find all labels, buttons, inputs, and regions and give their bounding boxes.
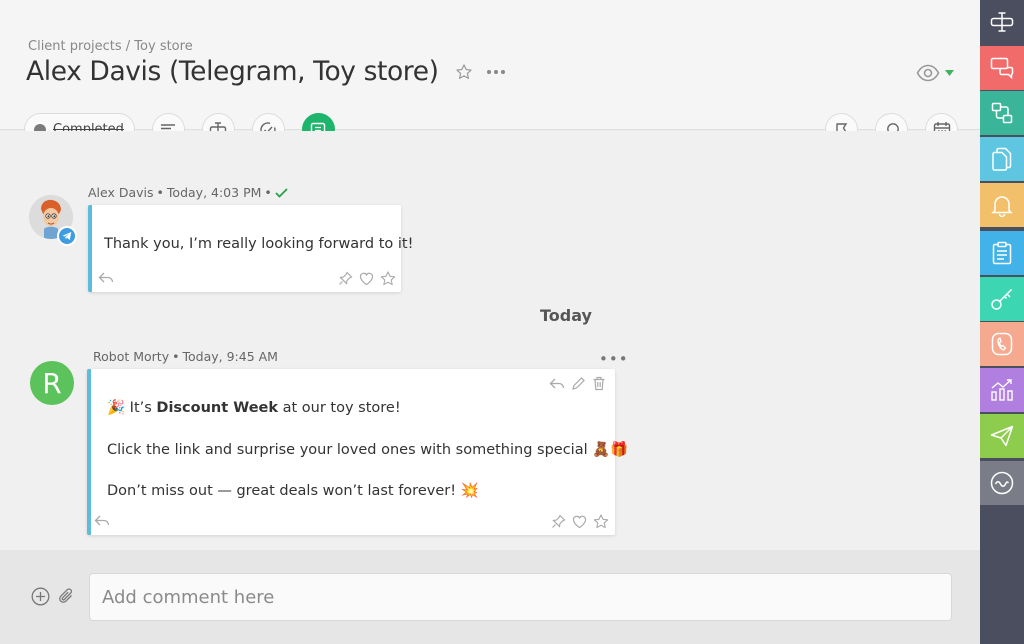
more-options-icon[interactable] <box>485 61 507 83</box>
chevron-down-icon <box>945 70 954 76</box>
message-bubble: 🎉 It’s Discount Week at our toy store! C… <box>87 369 628 535</box>
page-title: Alex Davis (Telegram, Toy store) <box>26 56 439 87</box>
sidebar-item-integrations[interactable] <box>980 461 1024 505</box>
party-emoji: 🎉 <box>107 400 126 416</box>
sidebar-item-chats[interactable] <box>980 46 1024 90</box>
sidebar-item-fields[interactable] <box>980 0 1024 44</box>
message-line: 🎉 It’s Discount Week at our toy store! <box>107 400 401 417</box>
meta-separator: • <box>172 349 180 364</box>
message-bold-text: Discount Week <box>156 400 279 416</box>
sidebar-item-processes[interactable] <box>980 91 1024 135</box>
sidebar-item-mailing[interactable] <box>980 414 1024 458</box>
paper-plane-icon <box>990 425 1014 447</box>
right-sidebar <box>980 0 1024 644</box>
add-circle-icon[interactable] <box>31 587 50 606</box>
message-text-suffix: at our toy store! <box>278 400 401 416</box>
message-text: Thank you, I’m really looking forward to… <box>104 236 414 252</box>
heart-icon[interactable] <box>359 272 374 286</box>
day-separator: Today <box>540 306 592 325</box>
message-text-prefix: It’s <box>125 400 157 416</box>
wave-icon <box>990 471 1014 495</box>
message-menu-button[interactable]: ••• <box>599 350 629 368</box>
chat-bubbles-icon <box>990 57 1014 79</box>
meta-separator: • <box>156 185 164 200</box>
delete-icon[interactable] <box>592 376 606 391</box>
edit-icon[interactable] <box>571 376 586 391</box>
text-cursor-icon <box>990 12 1014 32</box>
reply-icon[interactable] <box>98 272 114 284</box>
reply-icon[interactable] <box>94 515 110 527</box>
clipboard-icon <box>992 241 1012 265</box>
watch-toggle[interactable] <box>916 64 954 82</box>
star-icon[interactable] <box>453 61 475 83</box>
message-line: Don’t miss out — great deals won’t last … <box>107 483 479 499</box>
star-icon[interactable] <box>380 271 396 286</box>
message-meta: Robot Morty • Today, 9:45 AM <box>93 349 278 364</box>
sidebar-item-calls[interactable] <box>980 322 1024 366</box>
delivered-check-icon <box>275 187 288 198</box>
task-header: Client projects / Toy store Alex Davis (… <box>0 0 980 130</box>
eye-icon <box>916 64 940 82</box>
message-meta: Alex Davis • Today, 4:03 PM • <box>88 185 288 200</box>
phone-icon <box>991 332 1013 356</box>
reply-icon[interactable] <box>549 378 565 390</box>
flow-icon <box>991 102 1013 124</box>
author-name[interactable]: Alex Davis <box>88 185 154 200</box>
message-bubble: Thank you, I’m really looking forward to… <box>88 205 413 292</box>
analytics-icon <box>990 379 1014 401</box>
attachment-icon[interactable] <box>58 587 76 606</box>
star-icon[interactable] <box>593 514 609 529</box>
sidebar-item-documents[interactable] <box>980 137 1024 181</box>
sidebar-item-analytics[interactable] <box>980 368 1024 412</box>
telegram-icon <box>57 226 77 246</box>
sidebar-item-tasks[interactable] <box>980 231 1024 275</box>
key-icon <box>990 287 1014 311</box>
message-time: Today, 9:45 AM <box>182 349 278 364</box>
sidebar-item-reminders[interactable] <box>980 183 1024 227</box>
breadcrumb[interactable]: Client projects / Toy store <box>28 39 193 54</box>
documents-icon <box>991 147 1013 171</box>
sidebar-item-access[interactable] <box>980 277 1024 321</box>
pin-icon[interactable] <box>338 271 353 286</box>
comment-input[interactable] <box>89 573 952 621</box>
message-time: Today, 4:03 PM <box>166 185 262 200</box>
meta-separator: • <box>264 185 272 200</box>
message-line: Click the link and surprise your loved o… <box>107 442 629 458</box>
bell-icon <box>991 193 1013 217</box>
pin-icon[interactable] <box>551 514 566 529</box>
avatar[interactable]: R <box>30 361 74 405</box>
author-name[interactable]: Robot Morty <box>93 349 169 364</box>
heart-icon[interactable] <box>572 515 587 529</box>
